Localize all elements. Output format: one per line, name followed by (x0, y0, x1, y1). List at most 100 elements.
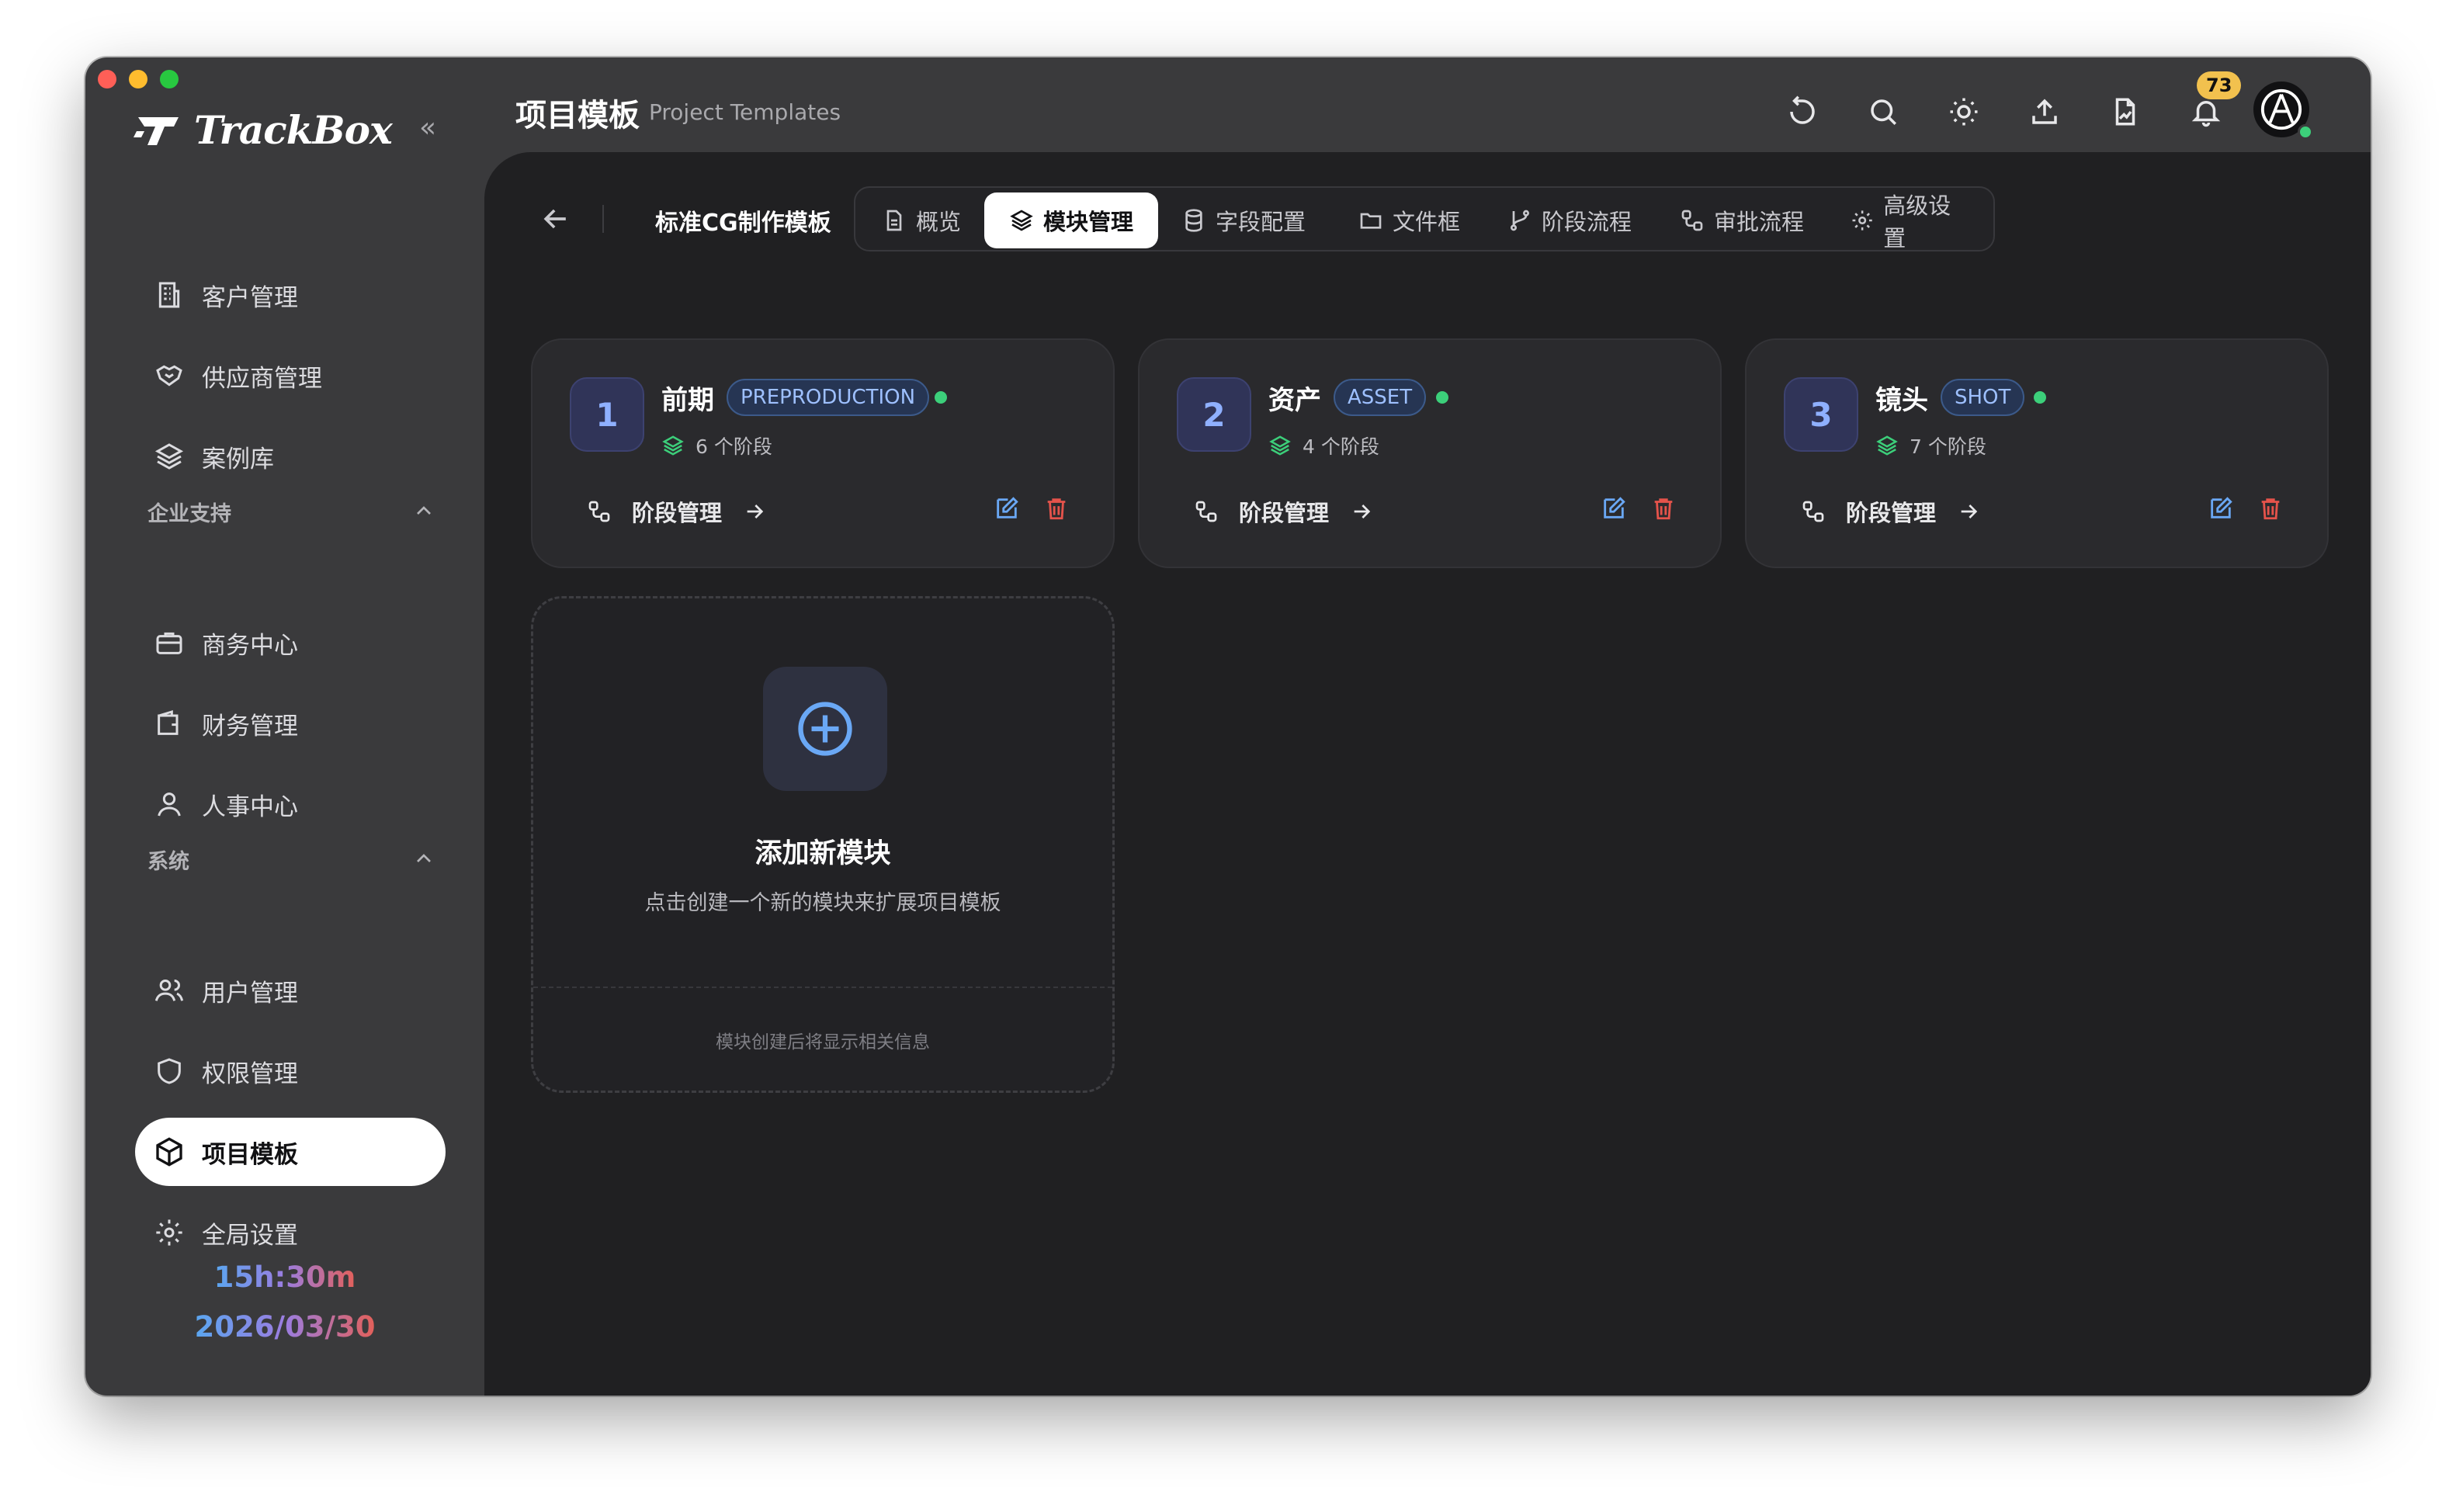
tab-overview[interactable]: 概览 (857, 192, 986, 248)
add-module-title: 添加新模块 (754, 838, 891, 869)
git-branch-icon (1511, 210, 1529, 231)
tab-module-management[interactable]: 模块管理 (984, 192, 1159, 248)
database-icon (1185, 209, 1202, 232)
module-index: 2 (1177, 377, 1251, 452)
sidebar-item-project-templates[interactable]: 项目模板 (135, 1118, 446, 1186)
document-icon (886, 210, 902, 231)
search-button[interactable] (1858, 87, 1908, 137)
sidebar: TrackBox « 客户管理 供应商管理 案例库 企业支持 商务中心 财务管理… (85, 57, 484, 1396)
collapse-sidebar-button[interactable]: « (419, 112, 436, 144)
shield-icon (158, 1058, 181, 1084)
add-module-description: 点击创建一个新的模块来扩展项目模板 (644, 891, 1001, 915)
sidebar-item-suppliers[interactable]: 供应商管理 (135, 342, 446, 410)
refresh-button[interactable] (1778, 87, 1827, 137)
refresh-icon (1790, 95, 1815, 124)
edit-icon[interactable] (1601, 495, 1627, 522)
trackbox-logo-icon (134, 116, 179, 145)
astronaut-avatar-icon (2260, 88, 2302, 130)
sun-icon (1950, 98, 1978, 126)
stage-management-link[interactable]: 阶段管理 (1801, 495, 1981, 528)
stage-count: 4 个阶段 (1268, 432, 1379, 459)
sidebar-item-label: 案例库 (202, 445, 274, 473)
sidebar-item-customers[interactable]: 客户管理 (135, 261, 446, 329)
module-index: 1 (570, 377, 644, 452)
layers-icon (1269, 435, 1291, 456)
back-arrow-icon[interactable] (539, 202, 573, 236)
app-logo[interactable]: TrackBox (134, 107, 393, 153)
template-name: 标准CG制作模板 (655, 210, 831, 237)
handshake-icon (156, 365, 182, 387)
arrow-right-icon (747, 505, 764, 518)
sidebar-item-global-settings[interactable]: 全局设置 (135, 1198, 446, 1267)
chevron-up-icon[interactable] (411, 498, 436, 523)
status-dot (2034, 391, 2046, 404)
layers-icon (662, 435, 684, 456)
file-sign-button[interactable] (2100, 87, 2150, 137)
upload-button[interactable] (2020, 87, 2069, 137)
sidebar-item-label: 权限管理 (202, 1059, 298, 1088)
sidebar-item-business-center[interactable]: 商务中心 (135, 609, 446, 677)
sidebar-item-label: 财务管理 (202, 712, 298, 740)
sidebar-item-label: 商务中心 (202, 631, 298, 660)
tab-approval-flow[interactable]: 审批流程 (1655, 192, 1829, 248)
upload-icon (2032, 99, 2057, 124)
module-card[interactable]: 1 前期 PREPRODUCTION 6 个阶段 阶段管理 (531, 338, 1115, 568)
arrow-right-icon (1961, 505, 1978, 518)
building-icon (158, 282, 180, 308)
module-code-badge: ASSET (1334, 379, 1427, 416)
tab-stage-flow[interactable]: 阶段流程 (1483, 192, 1656, 248)
app-window: TrackBox « 客户管理 供应商管理 案例库 企业支持 商务中心 财务管理… (85, 57, 2371, 1396)
clock-time: 15h:30m (213, 1261, 356, 1294)
edit-icon[interactable] (994, 495, 1020, 522)
add-module-button[interactable] (763, 667, 887, 791)
plus-circle-icon (798, 702, 852, 756)
section-label-system: 系统 (147, 850, 189, 874)
file-signature-icon (2115, 98, 2135, 126)
notification-count-badge: 73 (2197, 71, 2242, 99)
add-module-card[interactable]: 添加新模块 点击创建一个新的模块来扩展项目模板 模块创建后将显示相关信息 (531, 596, 1115, 1093)
workflow-icon (1802, 501, 1824, 522)
workflow-icon (1681, 210, 1703, 231)
module-card[interactable]: 3 镜头 SHOT 7 个阶段 阶段管理 (1745, 338, 2329, 568)
tab-file-box[interactable]: 文件框 (1334, 192, 1485, 248)
tab-field-config[interactable]: 字段配置 (1157, 192, 1330, 248)
sidebar-item-permissions[interactable]: 权限管理 (135, 1037, 446, 1105)
divider (533, 987, 1112, 988)
layers-icon (1010, 210, 1033, 231)
sidebar-item-user-management[interactable]: 用户管理 (135, 956, 446, 1025)
trash-icon[interactable] (2257, 495, 2284, 522)
trash-icon[interactable] (1650, 495, 1677, 522)
sidebar-item-label: 供应商管理 (202, 364, 322, 393)
sidebar-item-label: 客户管理 (202, 283, 298, 312)
sidebar-item-label: 项目模板 (202, 1140, 298, 1169)
page-title: 项目模板 (515, 98, 640, 134)
stage-management-link[interactable]: 阶段管理 (1194, 495, 1374, 528)
sidebar-item-finance[interactable]: 财务管理 (135, 689, 446, 758)
module-code-badge: PREPRODUCTION (727, 379, 930, 416)
folder-icon (1360, 213, 1382, 229)
sidebar-item-hr-center[interactable]: 人事中心 (135, 770, 446, 838)
theme-toggle-button[interactable] (1939, 87, 1989, 137)
module-name: 前期 (661, 385, 714, 416)
sidebar-item-label: 全局设置 (202, 1221, 298, 1250)
chevron-up-icon[interactable] (411, 846, 436, 871)
edit-icon[interactable] (2208, 495, 2234, 522)
wallet-icon (158, 709, 179, 735)
gear-icon (1852, 210, 1872, 231)
bell-icon (2191, 101, 2221, 127)
template-tabs: 概览 模块管理 字段配置 文件框 阶段流程 审批流程 高级设置 (854, 186, 1995, 251)
sidebar-item-case-library[interactable]: 案例库 (135, 422, 446, 491)
tab-advanced-settings[interactable]: 高级设置 (1826, 192, 1993, 251)
stage-count: 7 个阶段 (1875, 432, 1986, 459)
add-module-footer: 模块创建后将显示相关信息 (716, 1032, 930, 1053)
stage-count: 6 个阶段 (661, 432, 772, 459)
layers-icon (1876, 435, 1898, 456)
workflow-icon (588, 501, 610, 522)
module-name: 资产 (1268, 385, 1321, 416)
stage-management-link[interactable]: 阶段管理 (587, 495, 767, 528)
trash-icon[interactable] (1043, 495, 1070, 522)
box-icon (156, 1137, 182, 1167)
module-card[interactable]: 2 资产 ASSET 4 个阶段 阶段管理 (1138, 338, 1722, 568)
module-index: 3 (1784, 377, 1858, 452)
layers-icon (154, 443, 184, 470)
